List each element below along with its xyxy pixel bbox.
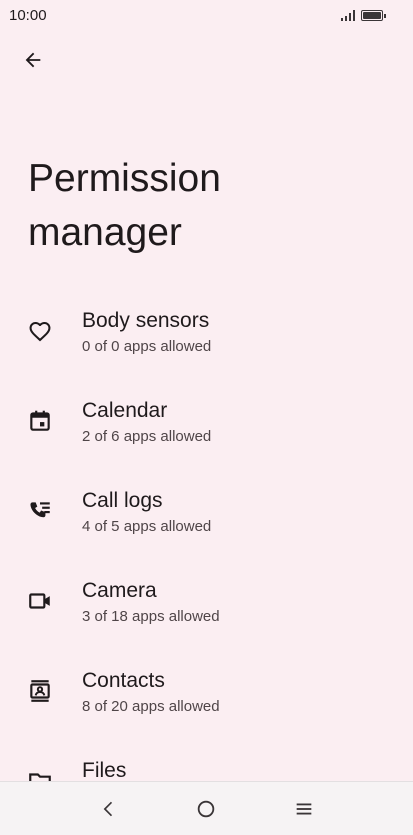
- permission-item-camera[interactable]: Camera 3 of 18 apps allowed: [0, 572, 413, 662]
- permission-item-call-logs[interactable]: Call logs 4 of 5 apps allowed: [0, 482, 413, 572]
- nav-home-button[interactable]: [186, 789, 226, 829]
- status-bar: 10:00: [0, 0, 413, 30]
- arrow-back-icon: [25, 52, 41, 68]
- camera-icon: [0, 572, 82, 630]
- permission-label: Call logs: [82, 489, 163, 512]
- permission-label: Body sensors: [82, 309, 210, 332]
- back-chevron-icon: [103, 801, 112, 816]
- back-button[interactable]: [14, 44, 52, 76]
- nav-menu-button[interactable]: [284, 789, 324, 829]
- screen: 10:00 Permission manager Body sensors 0 …: [0, 0, 413, 835]
- permission-item-contacts[interactable]: Contacts 8 of 20 apps allowed: [0, 662, 413, 752]
- navigation-bar: [0, 781, 413, 835]
- permission-summary: 0 of 0 apps allowed: [82, 338, 212, 355]
- signal-icon: [341, 9, 355, 21]
- permission-label: Camera: [82, 579, 157, 602]
- calendar-icon: [0, 392, 82, 450]
- battery-icon: [361, 9, 386, 21]
- permission-summary: 8 of 20 apps allowed: [82, 698, 220, 715]
- status-icons: [341, 9, 386, 21]
- home-circle-icon: [198, 800, 215, 817]
- heart-icon: [0, 302, 82, 360]
- permission-summary: 4 of 5 apps allowed: [82, 518, 212, 535]
- permission-list: Body sensors 0 of 0 apps allowed Calenda…: [0, 302, 413, 835]
- menu-lines-icon: [296, 803, 312, 814]
- permission-item-body-sensors[interactable]: Body sensors 0 of 0 apps allowed: [0, 302, 413, 392]
- permission-summary: 2 of 6 apps allowed: [82, 428, 212, 445]
- status-time: 10:00: [9, 6, 47, 24]
- permission-summary: 3 of 18 apps allowed: [82, 608, 220, 625]
- permission-label: Calendar: [82, 399, 168, 422]
- contacts-icon: [0, 662, 82, 720]
- call-log-icon: [0, 482, 82, 540]
- permission-item-calendar[interactable]: Calendar 2 of 6 apps allowed: [0, 392, 413, 482]
- page-title: Permission manager: [28, 157, 221, 254]
- permission-label: Contacts: [82, 669, 165, 692]
- nav-back-button[interactable]: [89, 789, 129, 829]
